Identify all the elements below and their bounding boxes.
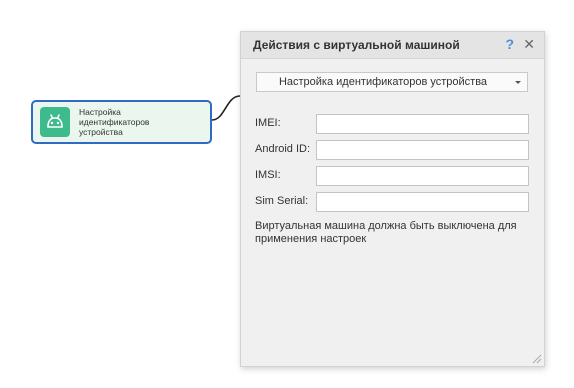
- imsi-label: IMSI:: [255, 169, 281, 181]
- vm-actions-dialog: Действия с виртуальной машиной ? ✕ Настр…: [240, 31, 545, 367]
- node-label: Настройка идентификаторов устройства: [79, 107, 150, 137]
- action-node[interactable]: Настройка идентификаторов устройства: [31, 100, 212, 144]
- resize-grip-icon[interactable]: [530, 352, 542, 364]
- help-icon[interactable]: ?: [505, 36, 514, 52]
- imsi-input[interactable]: [316, 166, 529, 186]
- vm-off-note: Виртуальная машина должна быть выключена…: [255, 220, 517, 245]
- android-id-label: Android ID:: [255, 143, 311, 155]
- field-row-imsi: IMSI:: [255, 166, 529, 186]
- field-row-sim-serial: Sim Serial:: [255, 192, 529, 212]
- sim-serial-input[interactable]: [316, 192, 529, 212]
- chevron-down-icon: [515, 81, 521, 84]
- action-select[interactable]: Настройка идентификаторов устройства: [256, 72, 528, 92]
- dialog-header[interactable]: Действия с виртуальной машиной ? ✕: [241, 32, 544, 59]
- sim-serial-label: Sim Serial:: [255, 195, 309, 207]
- imei-input[interactable]: [316, 114, 529, 134]
- imei-label: IMEI:: [255, 117, 281, 129]
- field-row-imei: IMEI:: [255, 114, 529, 134]
- close-icon[interactable]: ✕: [523, 36, 535, 53]
- dialog-title: Действия с виртуальной машиной: [253, 38, 460, 52]
- android-icon: [40, 107, 70, 137]
- android-id-input[interactable]: [316, 140, 529, 160]
- field-row-android-id: Android ID:: [255, 140, 529, 160]
- action-select-value: Настройка идентификаторов устройства: [278, 76, 488, 88]
